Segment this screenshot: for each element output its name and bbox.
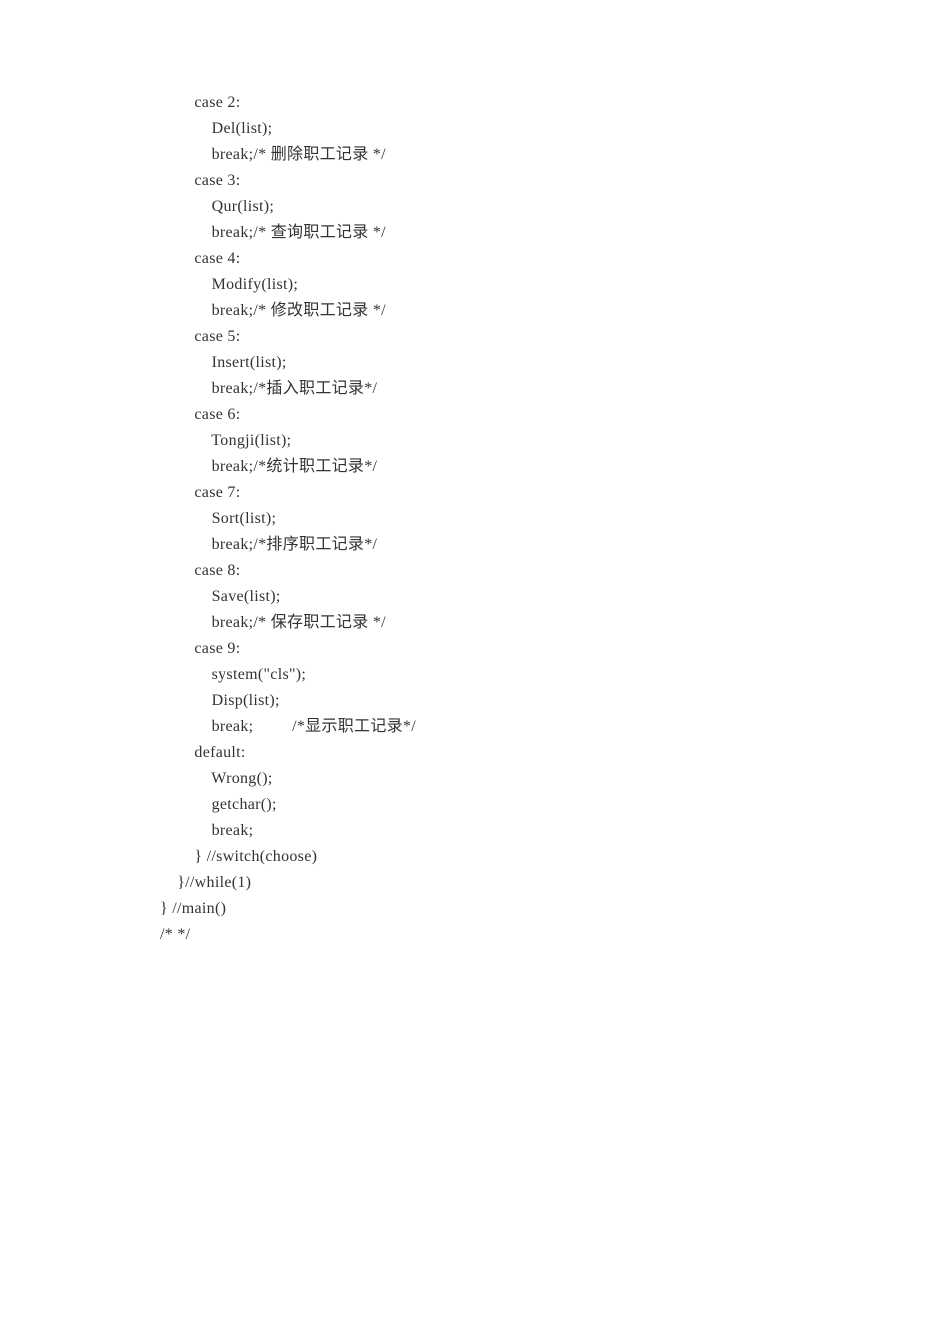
document-page: case 2: Del(list); break;/* 删除职工记录 */ ca… bbox=[0, 0, 945, 1337]
